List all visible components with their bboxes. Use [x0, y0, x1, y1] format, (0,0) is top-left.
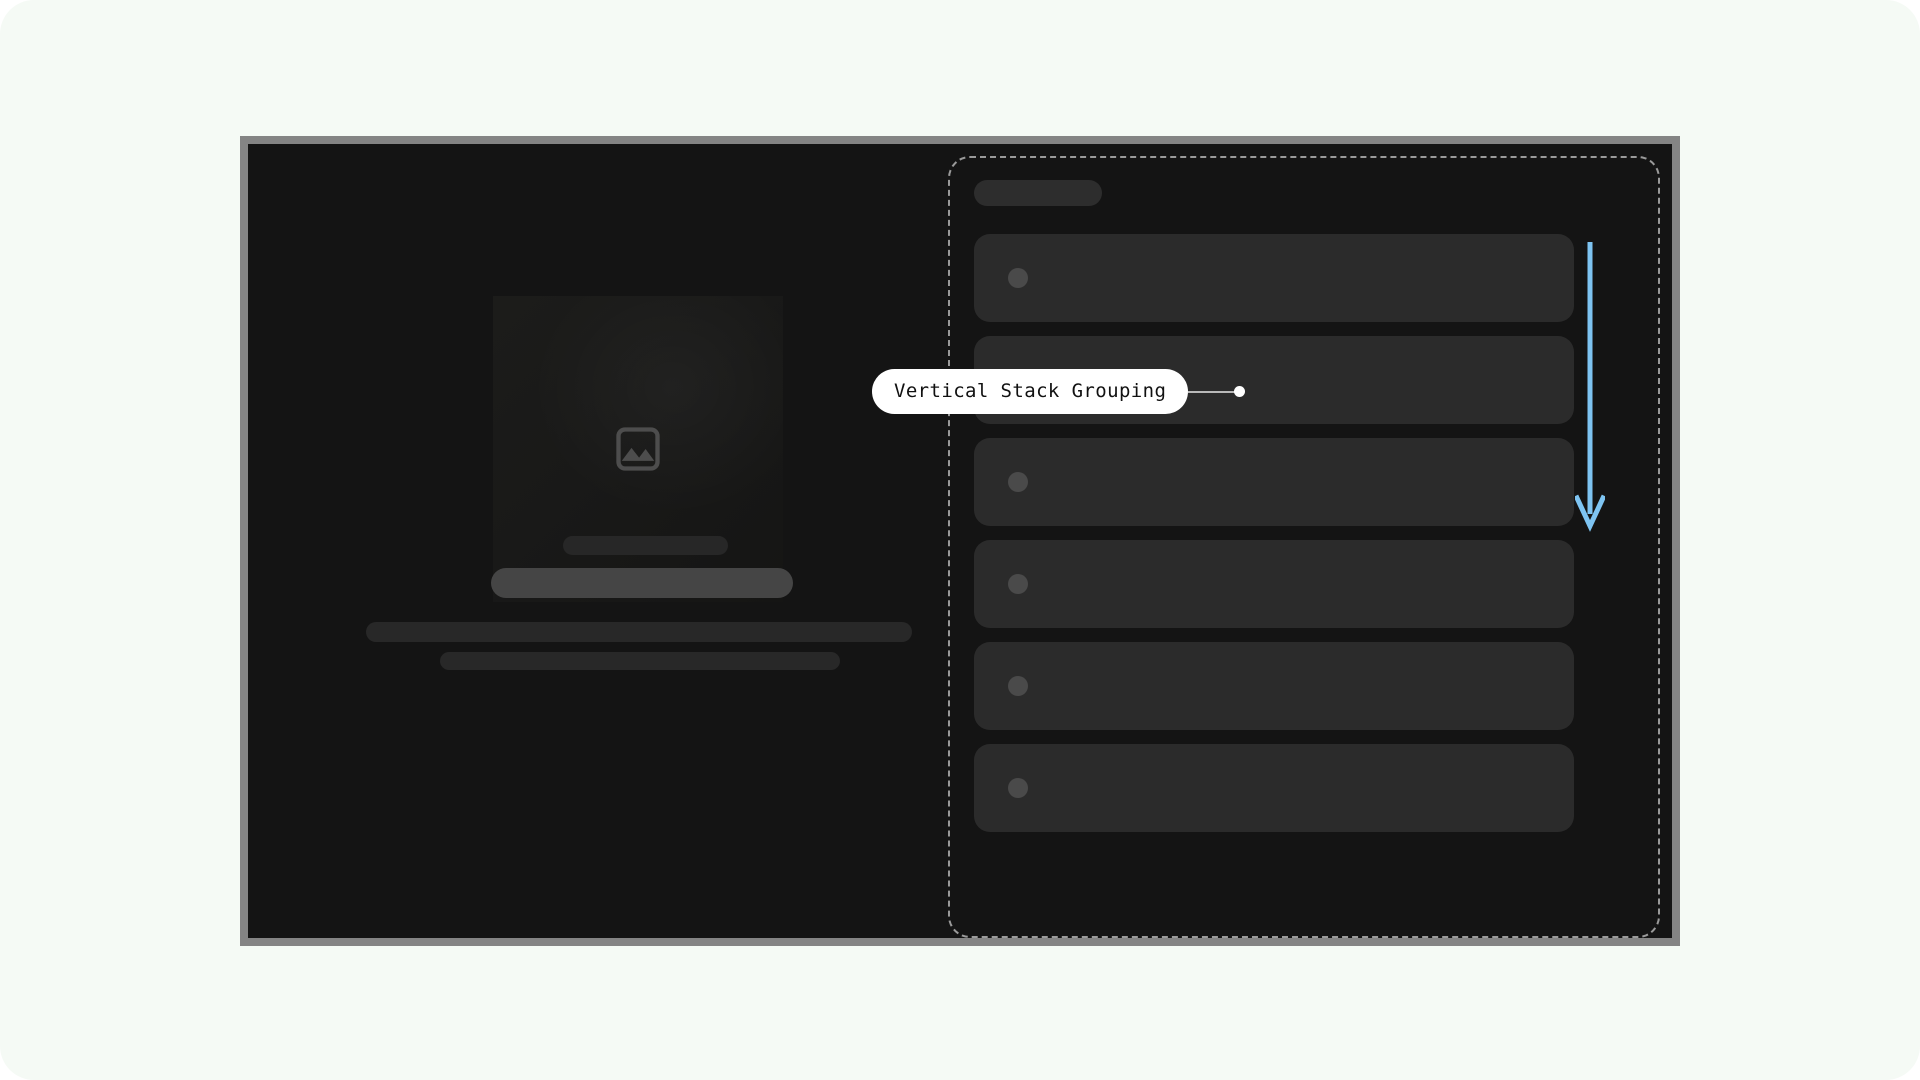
- list-item[interactable]: [974, 234, 1574, 322]
- annotation-anchor-dot: [1234, 386, 1246, 397]
- list-item[interactable]: [974, 540, 1574, 628]
- hero-skeleton-line-3: [366, 622, 912, 642]
- avatar: [1008, 472, 1028, 492]
- hero-skeleton-line-4: [440, 652, 840, 670]
- avatar: [1008, 676, 1028, 696]
- device-frame: Vertical Stack Grouping: [240, 136, 1680, 946]
- avatar: [1008, 778, 1028, 798]
- hero-image-placeholder[interactable]: [493, 296, 783, 602]
- hero-skeleton-line-1: [563, 536, 728, 555]
- list-header-placeholder: [974, 180, 1102, 206]
- downward-flow-arrow-icon: [1575, 242, 1605, 532]
- annotation-leader-line: [1188, 390, 1237, 393]
- list-item[interactable]: [974, 438, 1574, 526]
- hero-skeleton-line-2: [491, 568, 793, 598]
- annotation-callout: Vertical Stack Grouping: [872, 369, 1246, 414]
- image-placeholder-icon: [612, 423, 664, 475]
- list-stack: [974, 234, 1574, 846]
- device-screen: Vertical Stack Grouping: [248, 144, 1672, 938]
- page-canvas: Vertical Stack Grouping: [0, 0, 1920, 1080]
- avatar: [1008, 268, 1028, 288]
- detail-preview-panel: [248, 144, 948, 938]
- list-item[interactable]: [974, 642, 1574, 730]
- vertical-stack-group: [948, 156, 1660, 938]
- annotation-label: Vertical Stack Grouping: [872, 369, 1189, 414]
- list-item[interactable]: [974, 744, 1574, 832]
- avatar: [1008, 574, 1028, 594]
